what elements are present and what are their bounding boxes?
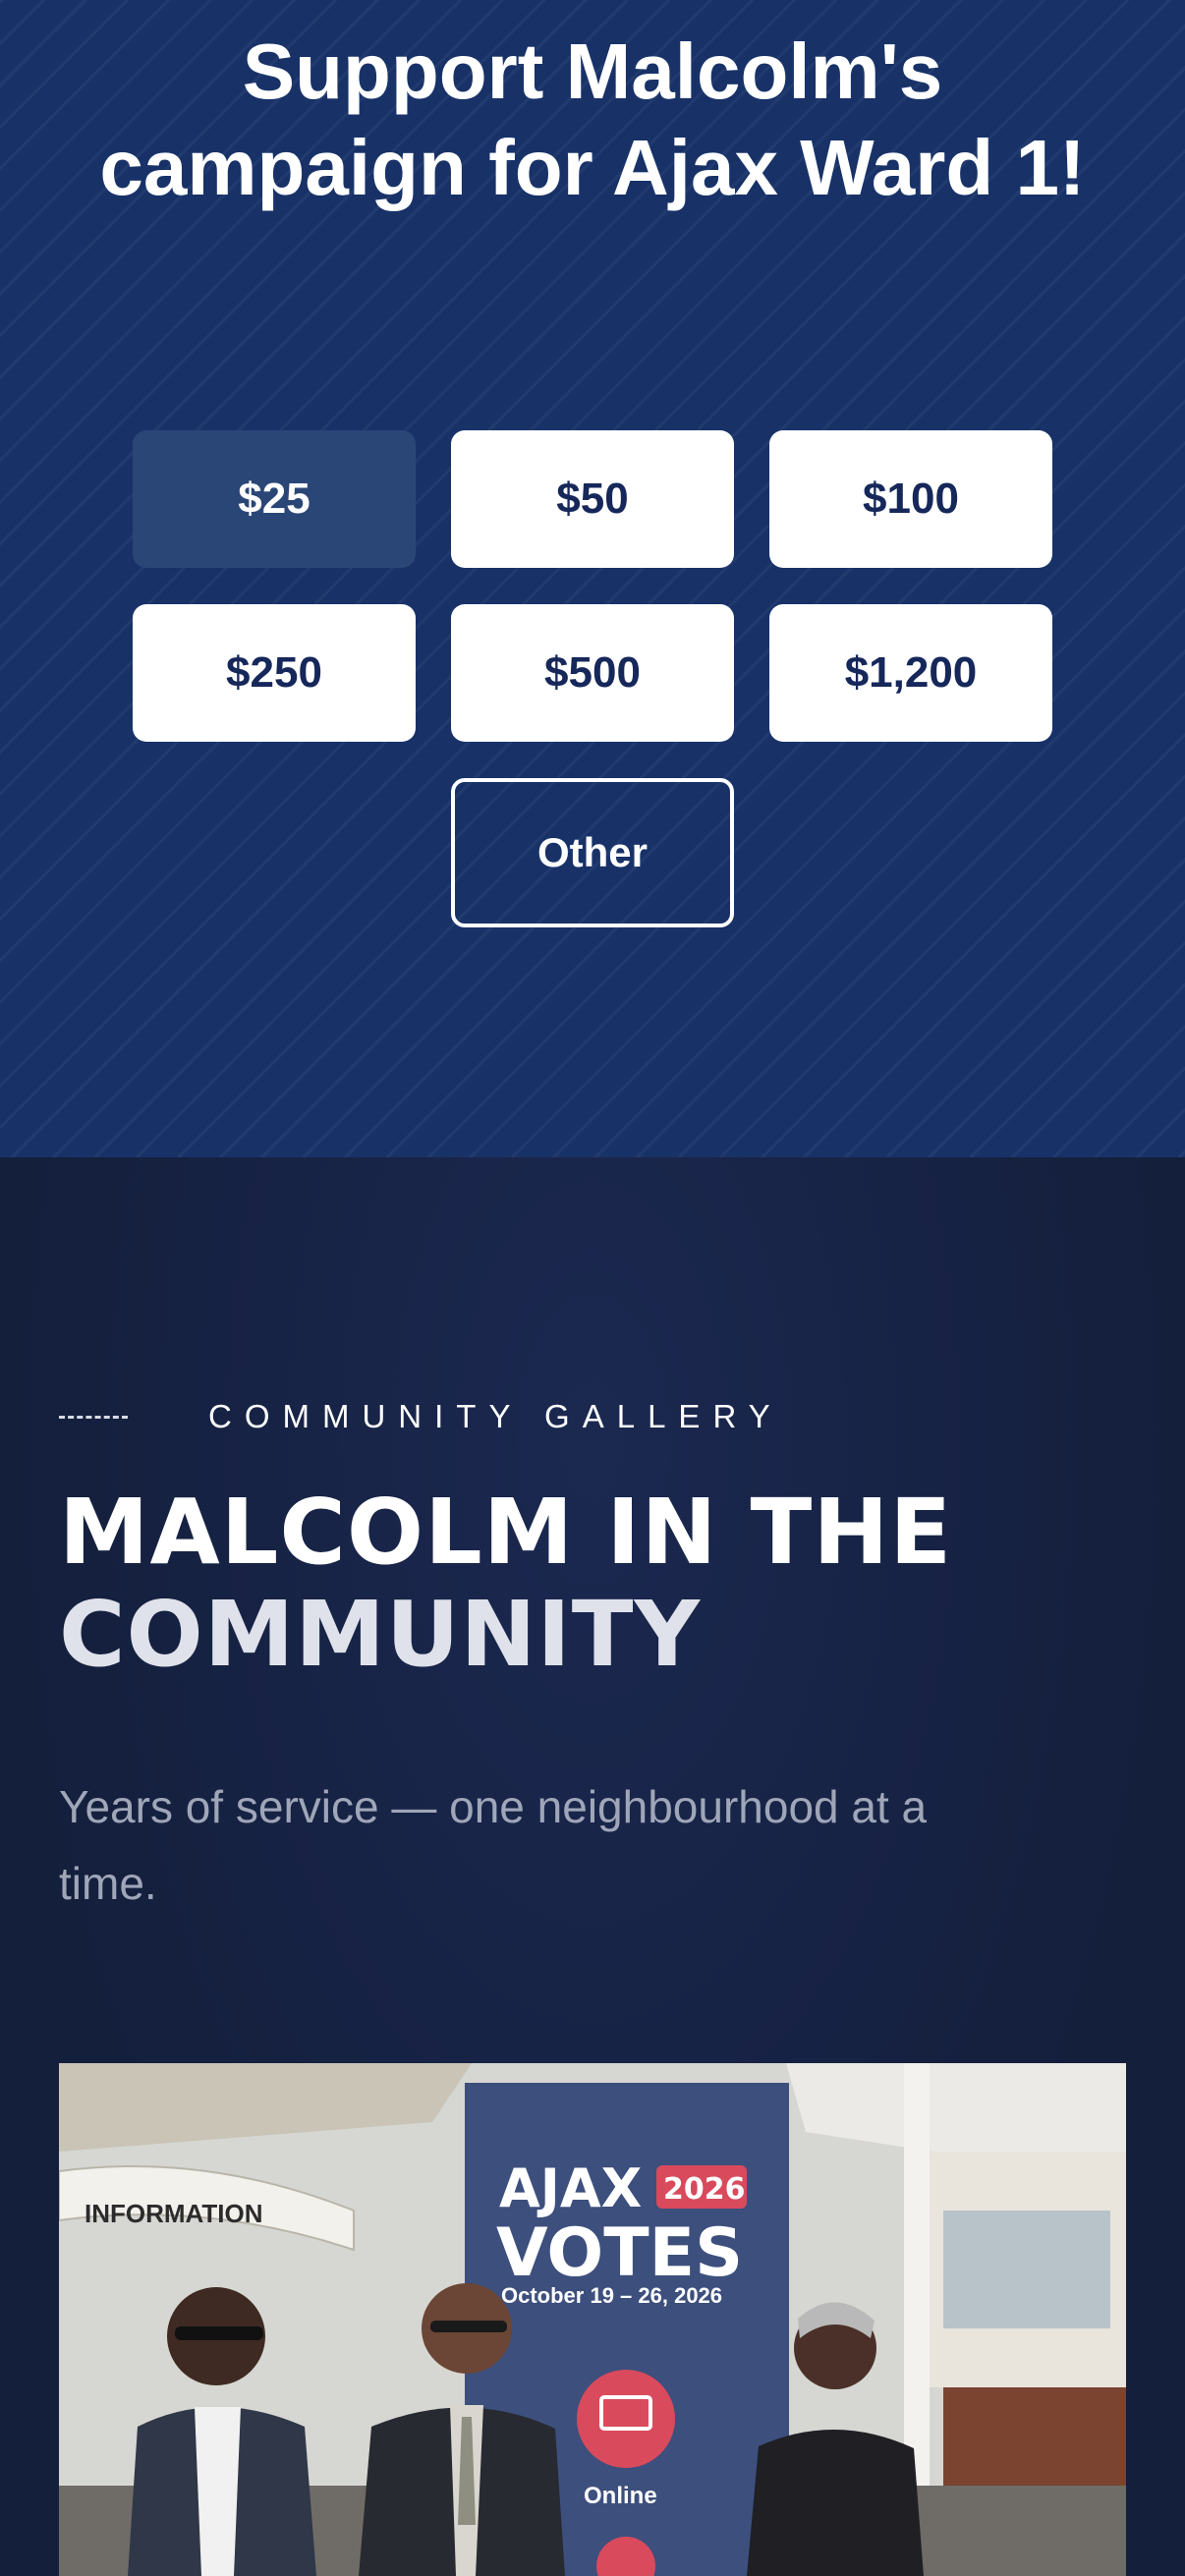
donation-section: Support Malcolm's campaign for Ajax Ward… — [0, 0, 1185, 1157]
amount-button-25[interactable]: $25 — [133, 430, 416, 568]
amount-button-1200[interactable]: $1,200 — [769, 604, 1052, 742]
person-left-shirt — [195, 2407, 241, 2576]
banner-year-text: 2026 — [663, 2172, 746, 2207]
eyebrow-rule — [59, 1415, 128, 1419]
amount-button-100[interactable]: $100 — [769, 430, 1052, 568]
amount-button-250[interactable]: $250 — [133, 604, 416, 742]
amount-button-50[interactable]: $50 — [451, 430, 734, 568]
banner-votes-text: VOTES — [496, 2214, 743, 2292]
info-sign-text: INFORMATION — [85, 2199, 263, 2228]
gallery-eyebrow: COMMUNITY GALLERY — [59, 1397, 783, 1436]
gallery-subtitle: Years of service — one neighbourhood at … — [59, 1781, 928, 1909]
gallery-heading-line1: MALCOLM IN THE — [59, 1480, 953, 1585]
person-right-outfit — [747, 2429, 924, 2576]
banner-dates-text: October 19 – 26, 2026 — [501, 2283, 722, 2308]
gallery-photo-illustration: INFORMATION AJAX 2026 VOTES October 19 –… — [59, 2063, 1126, 2576]
person-middle-glasses — [430, 2321, 507, 2332]
banner-online-icon — [577, 2370, 675, 2468]
gallery-eyebrow-label: COMMUNITY GALLERY — [208, 1398, 783, 1434]
banner-ajax-text: AJAX — [499, 2157, 642, 2219]
gallery-heading: MALCOLM IN THE COMMUNITY — [59, 1482, 1140, 1686]
photo-window — [943, 2211, 1110, 2328]
amount-button-500[interactable]: $500 — [451, 604, 734, 742]
amount-button-other[interactable]: Other — [451, 778, 734, 927]
banner-online-text: Online — [584, 2483, 657, 2509]
person-left-glasses — [175, 2326, 263, 2340]
gallery-photo[interactable]: INFORMATION AJAX 2026 VOTES October 19 –… — [59, 2063, 1126, 2576]
donation-title: Support Malcolm's campaign for Ajax Ward… — [99, 28, 1086, 211]
gallery-heading-line2: COMMUNITY — [59, 1582, 702, 1687]
